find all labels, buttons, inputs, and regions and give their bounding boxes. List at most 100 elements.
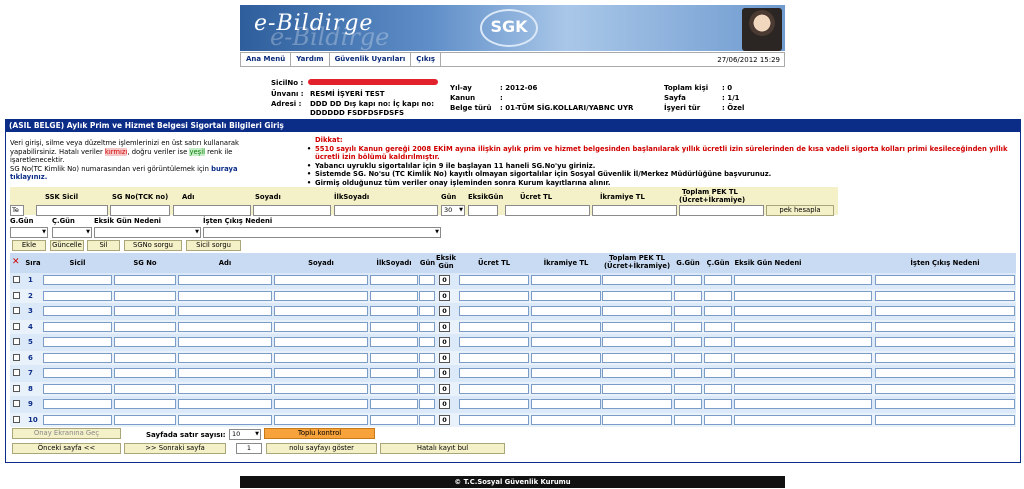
grid-cell[interactable] [531,321,601,332]
grid-cell[interactable] [734,321,872,332]
grid-cell[interactable] [419,414,435,425]
grid-cell[interactable] [370,275,418,285]
grid-cell[interactable] [704,337,732,347]
grid-cell[interactable] [704,290,732,301]
grid-cell[interactable] [274,306,368,316]
grid-cell[interactable] [674,290,702,301]
grid-cell[interactable] [370,337,418,347]
nav-yardim[interactable]: Yardım [291,53,330,66]
grid-cell[interactable] [114,383,176,394]
grid-cell[interactable] [734,306,872,316]
grid-cell[interactable] [114,414,176,425]
rows-per-page-select[interactable]: 10 [229,429,261,440]
grid-cell[interactable] [370,321,418,332]
grid-cell[interactable] [602,321,672,332]
row-checkbox[interactable] [13,276,20,283]
grid-cell[interactable] [459,368,529,378]
grid-cell[interactable] [43,383,112,394]
grid-cell[interactable] [875,352,1015,363]
grid-cell[interactable] [178,414,272,425]
nav-ana-menu[interactable]: Ana Menü [241,53,292,66]
grid-cell[interactable] [178,383,272,394]
sgno-sorgu-button[interactable]: SGNo sorgu [124,240,182,251]
grid-cell[interactable] [734,337,872,347]
grid-cell[interactable] [704,306,732,316]
grid-cell[interactable] [734,383,872,394]
grid-cell[interactable] [674,275,702,285]
grid-cell[interactable] [734,290,872,301]
onceki-sayfa-button[interactable]: Önceki sayfa << [12,443,121,454]
grid-cell[interactable] [419,399,435,409]
grid-cell[interactable] [674,337,702,347]
eksik-neden-select[interactable] [94,227,201,238]
isten-cikis-select[interactable] [203,227,441,238]
grid-cell[interactable] [459,399,529,409]
grid-cell[interactable] [674,321,702,332]
toplam-pek-input[interactable] [679,205,764,216]
row-checkbox[interactable] [13,338,20,345]
grid-cell[interactable] [370,352,418,363]
row-checkbox[interactable] [13,400,20,407]
grid-cell[interactable] [734,399,872,409]
grid-cell[interactable] [114,337,176,347]
grid-cell[interactable] [43,321,112,332]
grid-cell[interactable] [602,352,672,363]
grid-cell[interactable] [875,368,1015,378]
grid-cell[interactable] [531,275,601,285]
grid-cell[interactable] [274,368,368,378]
grid-cell[interactable] [178,306,272,316]
grid-cell[interactable] [875,275,1015,285]
grid-cell[interactable] [734,275,872,285]
grid-cell[interactable] [419,383,435,394]
grid-cell[interactable] [114,290,176,301]
grid-cell[interactable] [734,368,872,378]
ikramiye-input[interactable] [592,205,677,216]
grid-cell[interactable] [178,321,272,332]
grid-cell[interactable] [43,337,112,347]
grid-cell[interactable] [419,368,435,378]
grid-cell[interactable] [602,306,672,316]
grid-cell[interactable] [419,306,435,316]
c-gun-select[interactable] [52,227,92,238]
grid-cell[interactable] [875,383,1015,394]
grid-cell[interactable] [274,275,368,285]
grid-cell[interactable] [704,383,732,394]
grid-cell[interactable] [370,414,418,425]
grid-cell[interactable] [875,321,1015,332]
row-checkbox[interactable] [13,353,20,361]
row-checkbox[interactable] [13,322,20,330]
toplu-kontrol-button[interactable]: Toplu kontrol [264,428,375,439]
grid-cell[interactable] [114,321,176,332]
grid-cell[interactable] [531,352,601,363]
grid-cell[interactable] [43,399,112,409]
sicil-sorgu-button[interactable]: Sicil sorgu [186,240,241,251]
gun-select[interactable]: 30 [441,205,465,216]
grid-cell[interactable] [178,399,272,409]
sil-button[interactable]: Sil [87,240,120,251]
grid-cell[interactable] [419,290,435,301]
nav-guvenlik[interactable]: Güvenlik Uyarıları [330,53,412,66]
grid-cell[interactable] [531,399,601,409]
grid-cell[interactable] [114,399,176,409]
grid-cell[interactable] [875,337,1015,347]
grid-cell[interactable] [602,275,672,285]
grid-cell[interactable] [875,306,1015,316]
row-checkbox[interactable] [13,384,20,392]
grid-cell[interactable] [704,275,732,285]
grid-cell[interactable] [674,383,702,394]
grid-cell[interactable] [178,290,272,301]
grid-cell[interactable] [531,414,601,425]
grid-cell[interactable] [43,290,112,301]
grid-cell[interactable] [704,414,732,425]
grid-cell[interactable] [674,352,702,363]
grid-cell[interactable] [178,275,272,285]
row-checkbox[interactable] [13,415,20,423]
grid-cell[interactable] [114,368,176,378]
grid-cell[interactable] [43,414,112,425]
grid-cell[interactable] [370,290,418,301]
sonraki-sayfa-button[interactable]: >> Sonraki sayfa [124,443,226,454]
sayfa-goster-button[interactable]: nolu sayfayı göster [266,443,377,454]
onay-ekrani-button[interactable]: Onay Ekranına Geç [12,428,121,439]
grid-cell[interactable] [178,337,272,347]
grid-cell[interactable] [602,399,672,409]
